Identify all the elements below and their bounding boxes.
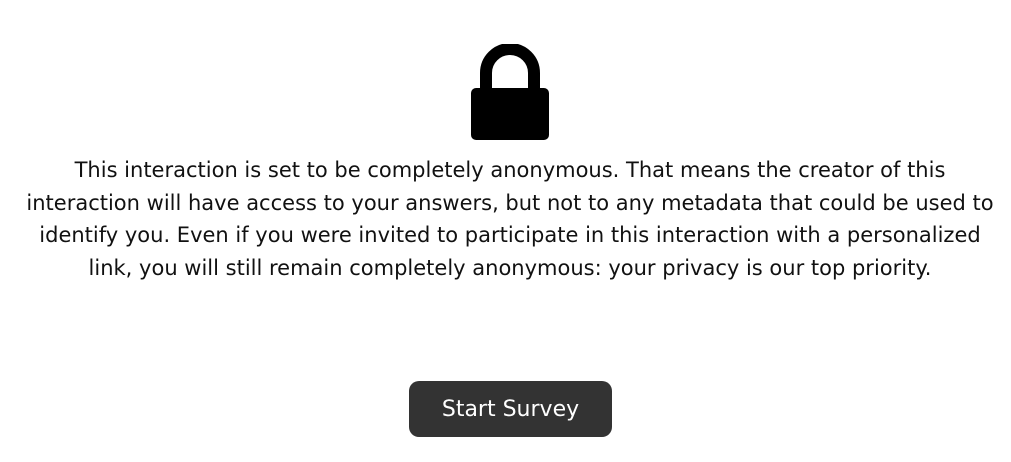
start-survey-button[interactable]: Start Survey [409, 381, 612, 437]
lock-icon [471, 44, 549, 140]
anonymity-notice-page: This interaction is set to be completely… [0, 0, 1011, 462]
anonymity-message: This interaction is set to be completely… [26, 158, 994, 280]
